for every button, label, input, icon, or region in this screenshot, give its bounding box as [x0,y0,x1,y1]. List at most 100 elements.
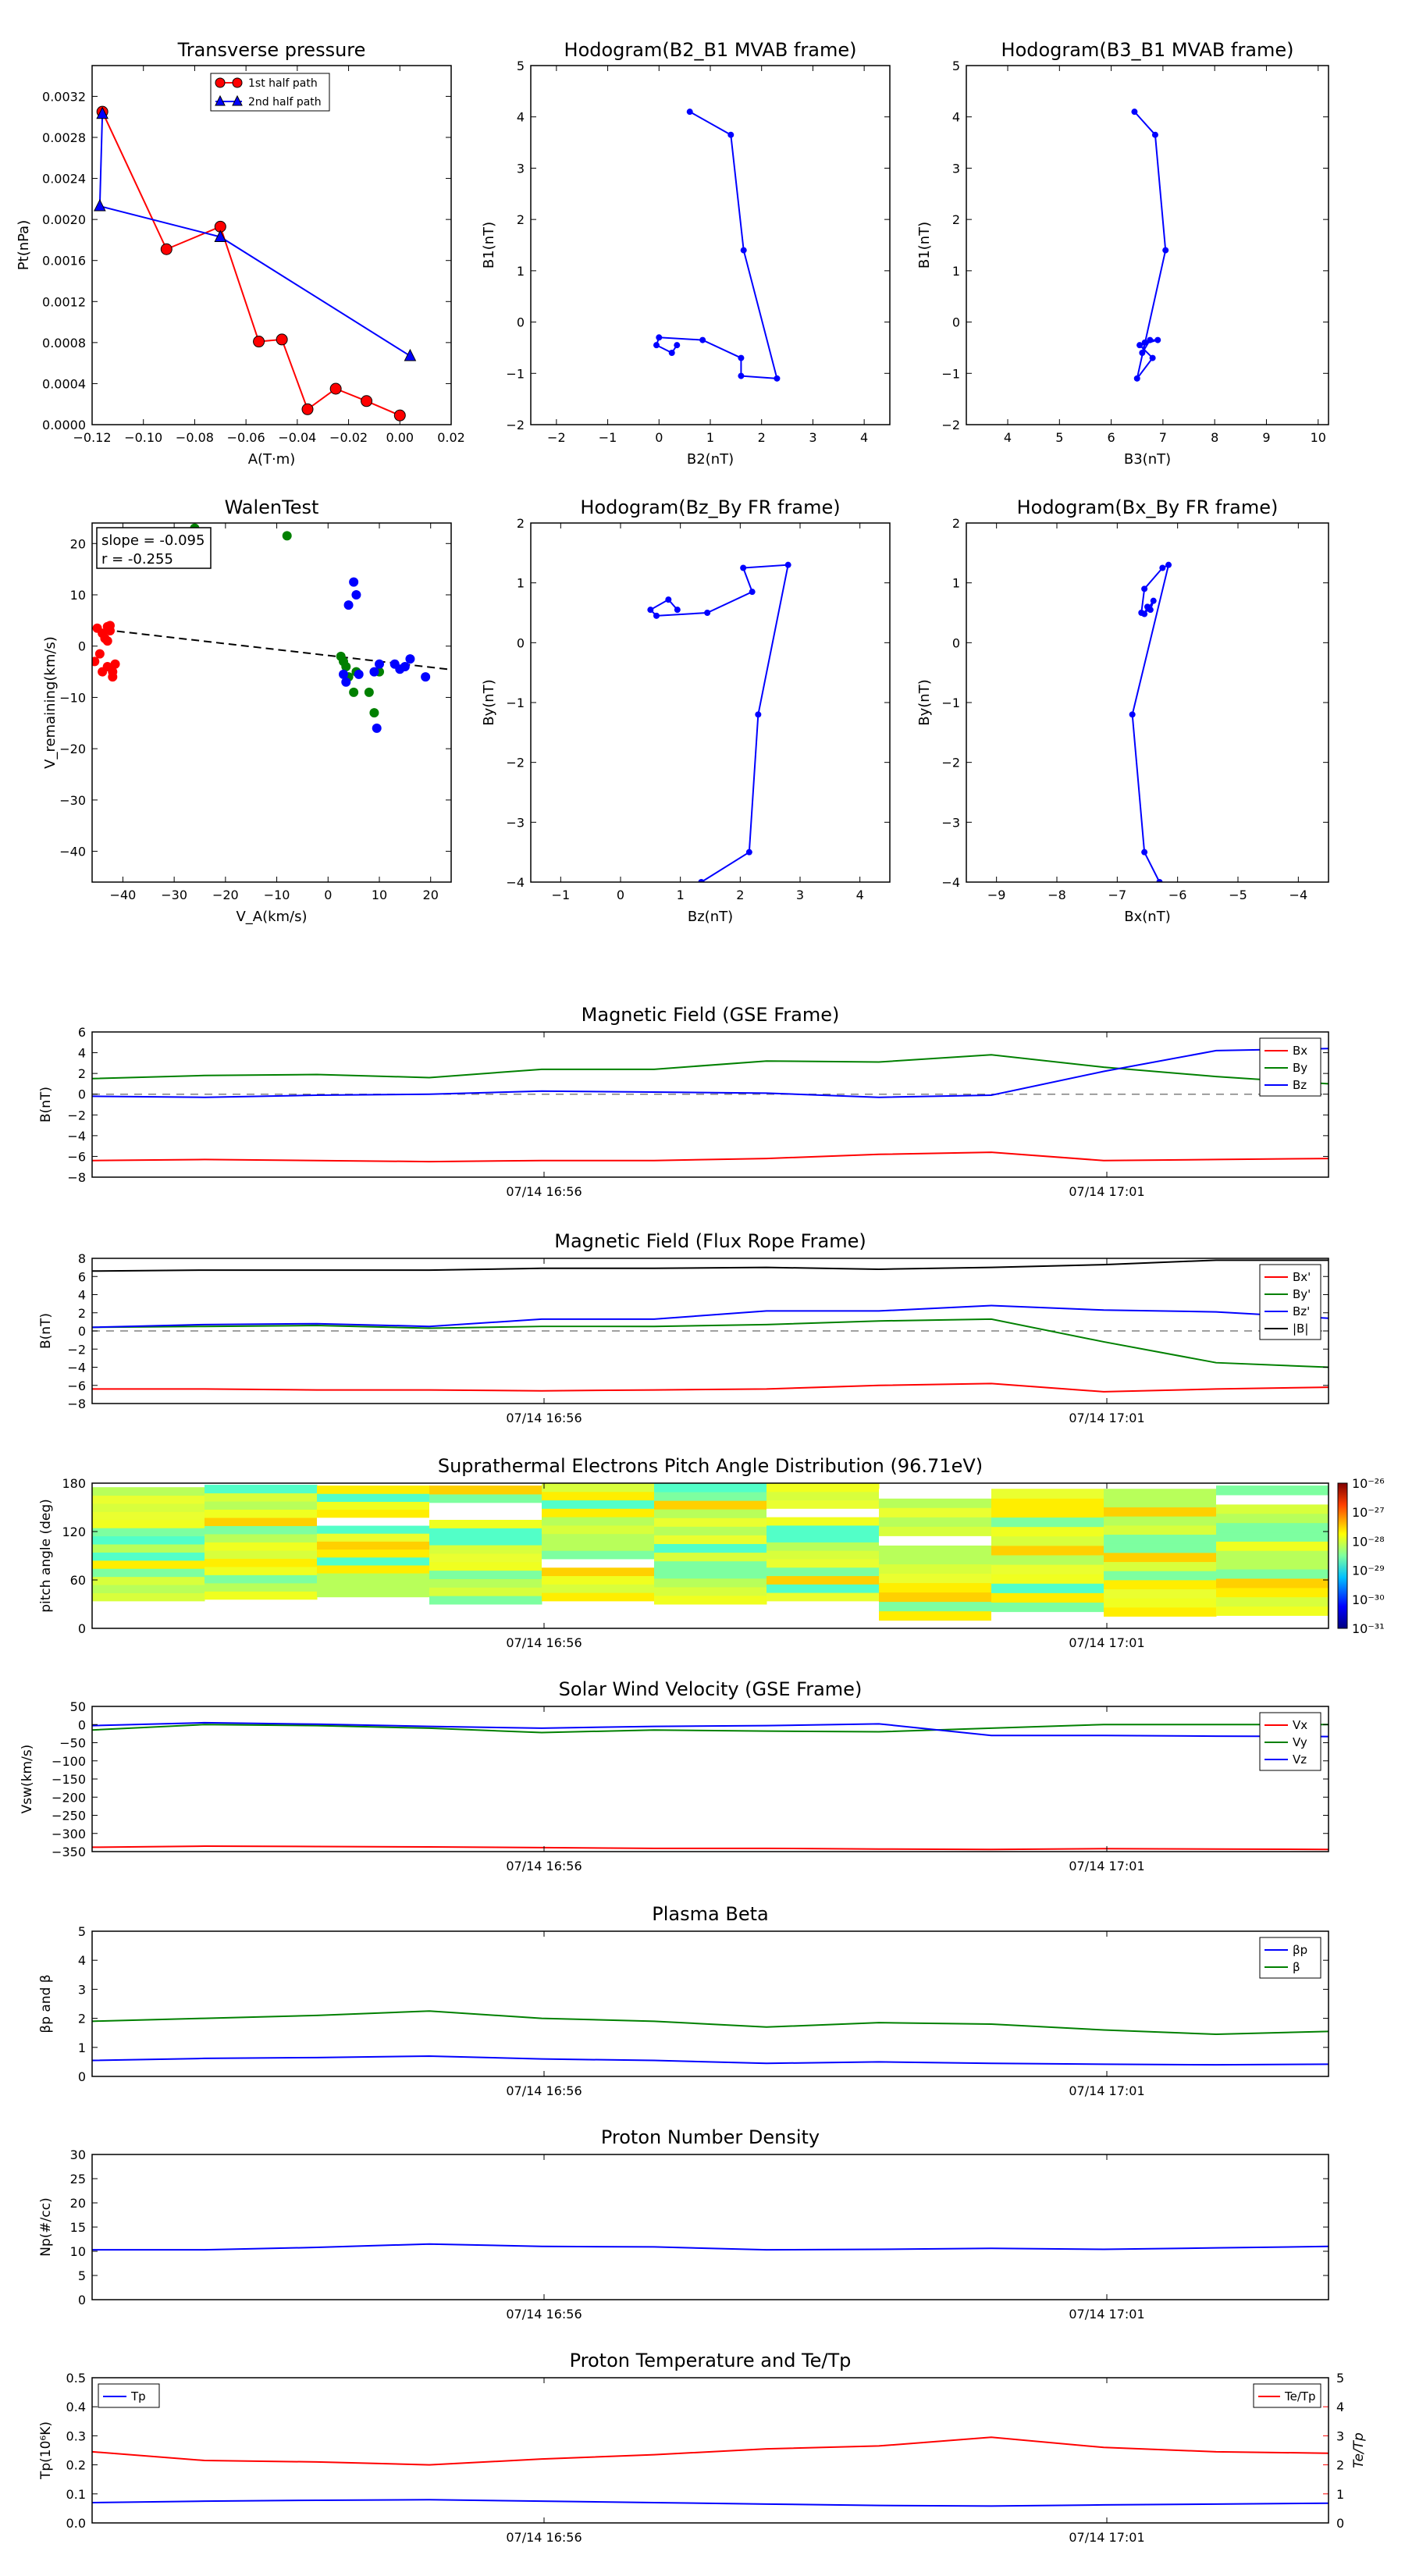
legend-label: Bz [1293,1078,1307,1092]
heatmap-cell [317,1501,430,1510]
heatmap-cell [654,1560,767,1571]
y-tick-label: −250 [52,1809,86,1823]
x-tick-label: 0 [324,888,332,902]
axes-frame [91,1031,1329,1178]
y-tick-label: 20 [70,536,86,551]
hodogram-point [647,607,654,614]
heatmap-cell [767,1567,880,1577]
figure-canvas: Transverse pressure−0.12 −0.10 −0.08 −0.06−… [16,39,1385,2545]
y-tick-label: 6 [78,1025,86,1040]
y-tick-label: −20 [59,742,86,756]
heatmap-cell [542,1508,655,1517]
panel-pad: Suprathermal Electrons Pitch Angle Distr… [38,1455,1385,1650]
x-tick-label: 3 [809,430,816,445]
heatmap-cell [991,1583,1104,1593]
heatmap-cell [429,1561,542,1571]
heatmap-cell [1216,1550,1329,1560]
hodogram-point [1141,849,1148,856]
axes-frame [91,1930,1329,2077]
legend-label: βp [1293,1943,1307,1957]
data-point-blue [375,659,384,669]
heatmap-cell [429,1587,542,1596]
y-tick-label: 3 [517,161,525,176]
y-tick-label: −4 [941,875,960,890]
heatmap-cell [1216,1560,1329,1570]
panel-title: Magnetic Field (GSE Frame) [582,1004,840,1026]
hodogram-point [1159,564,1166,571]
legend: βp β [1259,1937,1321,1979]
y-tick-label: 0.0020 [42,212,86,227]
y-tick-label: 25 [70,2172,86,2186]
panel-title: Transverse pressure [177,39,366,61]
legend-label: Tp [130,2389,146,2403]
legend-label: Vz [1293,1752,1307,1767]
axes-frame [530,65,891,425]
data-point-red [108,667,118,677]
heatmap-cell [429,1545,542,1554]
heatmap-cell [1104,1525,1217,1535]
axes-frame [91,522,452,883]
legend-marker [232,77,243,88]
hodogram-point [774,375,781,382]
heatmap-cell [879,1498,992,1508]
hodogram-point [1150,597,1157,604]
y-tick-label: 4 [952,110,960,125]
series-line-Bx [92,1151,1329,1163]
hodogram-point [1149,354,1156,361]
y-tick-label: 0 [517,315,525,330]
x-tick-label: 10 [1311,430,1326,445]
heatmap-cell [991,1554,1104,1565]
heatmap-cell [1104,1489,1217,1499]
heatmap-cell [205,1566,318,1575]
heatmap-cell [205,1574,318,1584]
plot-area [92,2010,1329,2066]
heatmap-cell [991,1535,1104,1546]
hodogram-point [653,342,660,349]
heatmap-cell [879,1573,992,1584]
heatmap-cell [429,1510,542,1520]
heatmap-cell [991,1489,1104,1499]
heatmap-cell [92,1503,205,1512]
y-axis-label: B(nT) [38,1087,54,1123]
y-tick-label: −350 [52,1845,86,1859]
panel-title: Magnetic Field (Flux Rope Frame) [554,1230,866,1252]
hodogram-point [1162,247,1169,254]
y-tick-label: 0.0012 [42,294,86,309]
x-tick-label: 2 [736,888,744,902]
plot-area [92,1721,1329,1851]
y-tick-label: −8 [67,1170,86,1185]
heatmap-cell [429,1493,542,1503]
heatmap-cell [429,1528,542,1537]
plot-area [1131,109,1169,382]
heatmap-cell [991,1611,1104,1622]
heatmap-cell [317,1549,430,1558]
x-tick-label: −6 [1168,888,1187,902]
heatmap-cell [991,1545,1104,1556]
legend-marker [215,77,226,88]
heatmap-cell [1216,1578,1329,1589]
heatmap-cell [429,1570,542,1579]
hodogram-point [699,336,706,343]
panel-mag-gse: Magnetic Field (GSE Frame) −8 −6 −4 −2 0 2 4 6 07… [38,1004,1329,1199]
heatmap-cell [1216,1587,1329,1598]
data-point-blue [369,667,379,677]
y-tick-label: 8 [78,1251,86,1266]
x-tick-label: 20 [423,888,439,902]
panel-tp: Proton Temperature and Te/Tp 0.0 0.1 0.2 0.3… [38,2350,1367,2545]
heatmap-cell [654,1483,767,1493]
heatmap-cell [1216,1494,1329,1505]
x-tick-label: −40 [110,888,137,902]
heatmap-cell [92,1568,205,1578]
heatmap-cell [767,1592,880,1602]
y-axis-label: B(nT) [38,1313,54,1349]
legend: 1st half path 2nd half path [210,73,330,112]
hodogram-point [1154,336,1161,343]
axes-frame [91,65,452,425]
time-tick-label: 07/14 17:01 [1069,2307,1144,2322]
colorbar-tick-label: 10⁻²⁹ [1352,1564,1385,1578]
hodogram-point [738,372,745,379]
data-point-1st-half [253,336,265,348]
heatmap-cell [317,1533,430,1542]
data-point-blue [341,677,351,687]
legend-label: Vy [1293,1735,1307,1749]
